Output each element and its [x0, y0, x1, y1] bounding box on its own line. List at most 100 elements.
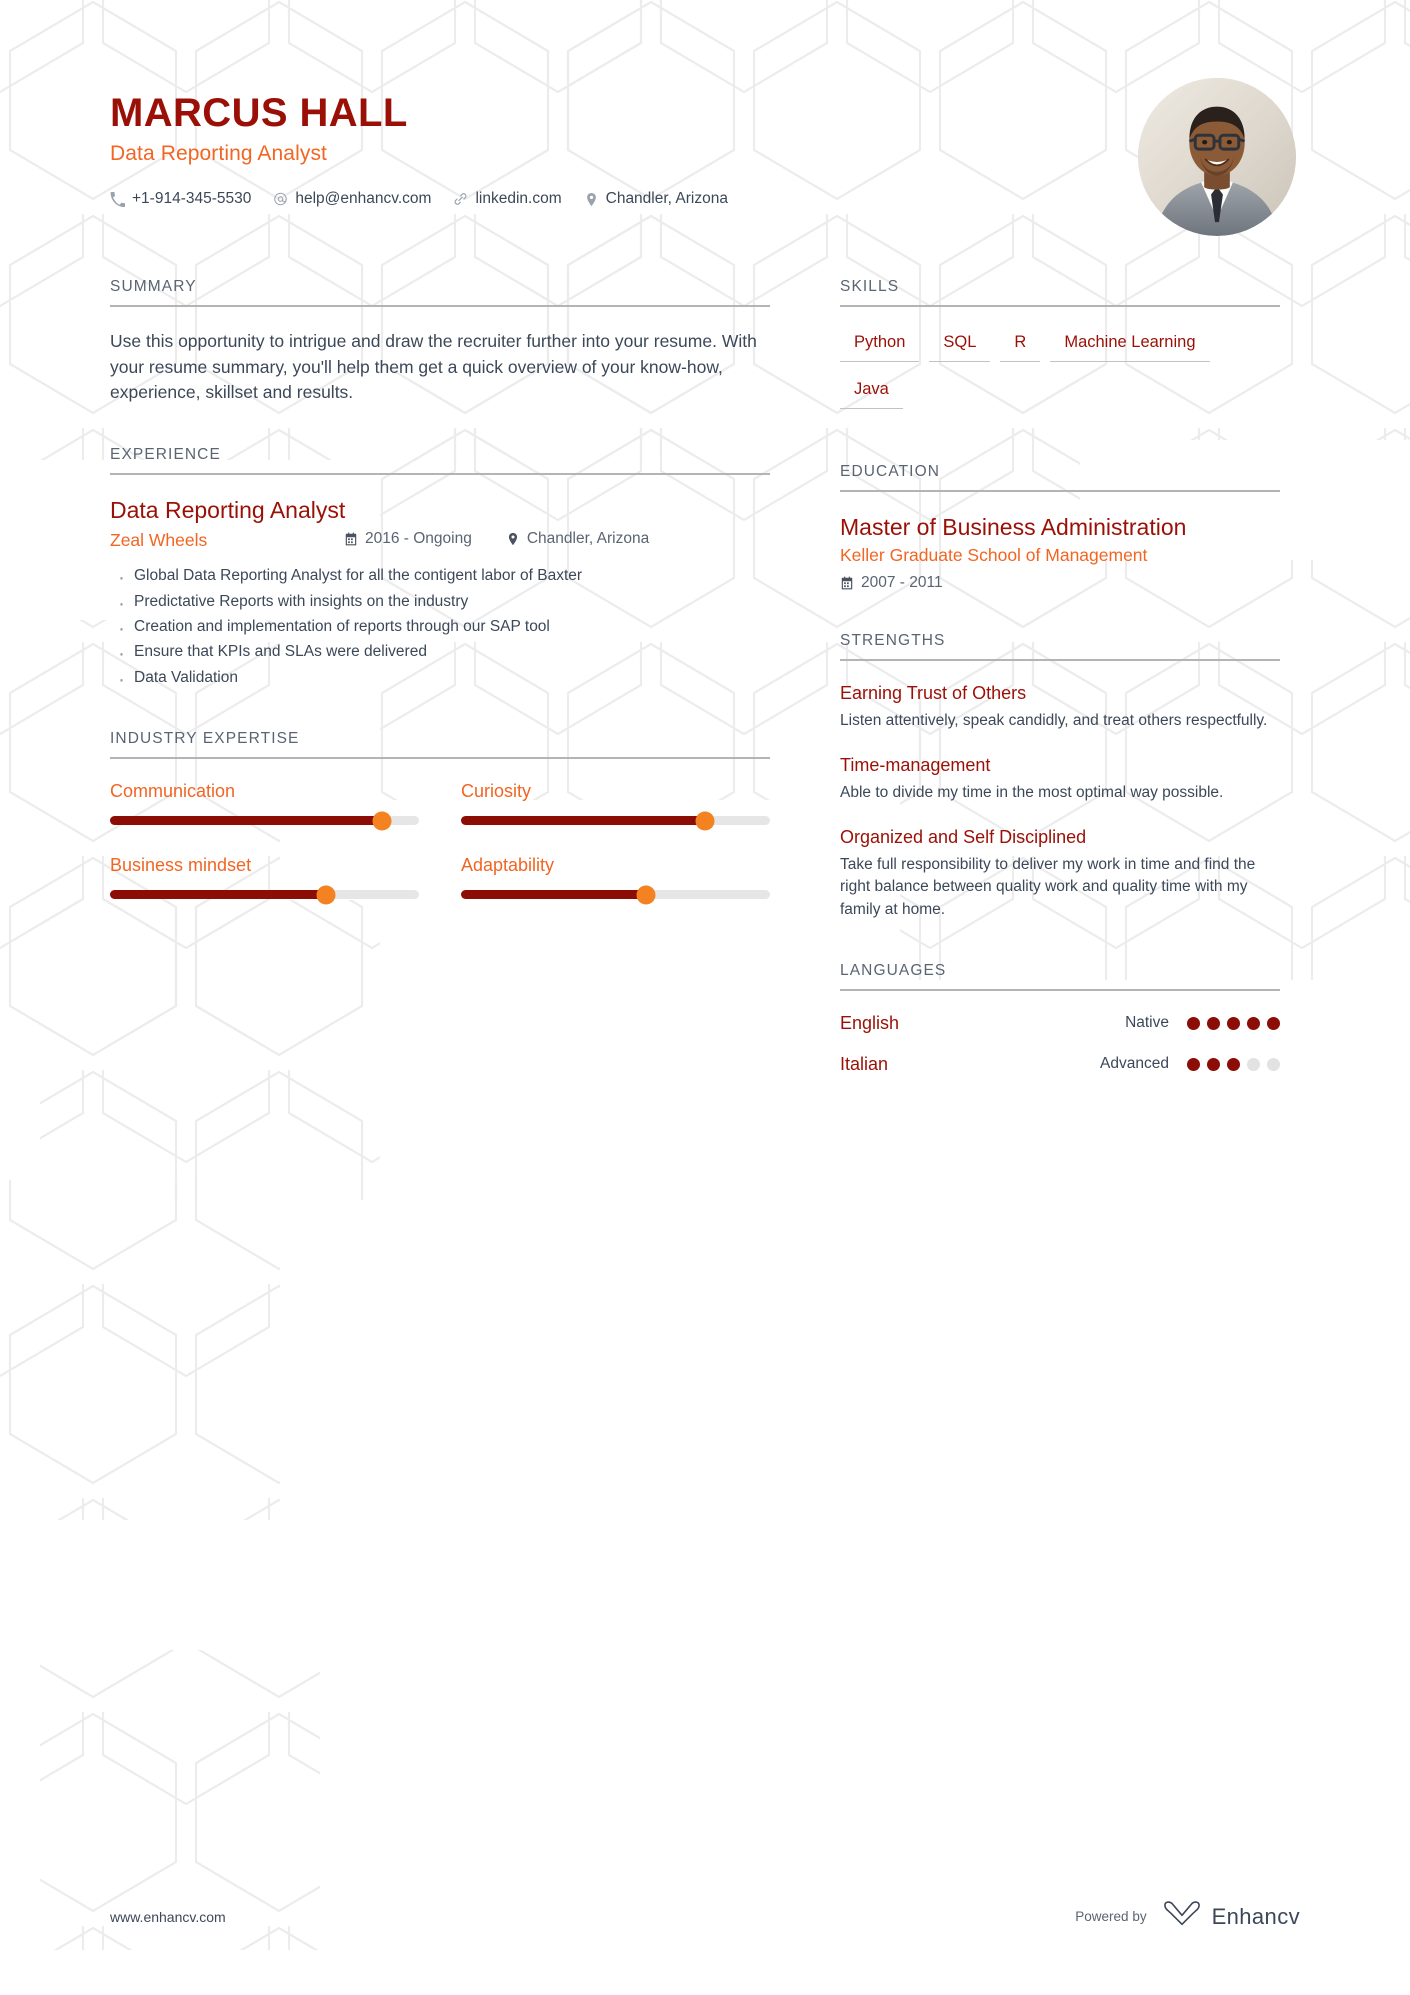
section-industry-expertise: INDUSTRY EXPERTISE Communication Curiosi… — [110, 730, 770, 905]
skill-tag: Machine Learning — [1050, 329, 1210, 362]
list-item: Creation and implementation of reports t… — [110, 612, 770, 647]
language-rating-dots — [1187, 1057, 1280, 1071]
experience-heading: EXPERIENCE — [110, 446, 770, 476]
slider-thumb[interactable] — [695, 811, 715, 831]
contact-email[interactable]: help@enhancv.com — [273, 190, 431, 208]
avatar — [1138, 78, 1296, 236]
contact-location-text: Chandler, Arizona — [605, 190, 728, 208]
experience-item: Data Reporting Analyst Zeal Wheels 2016 … — [110, 497, 770, 698]
skill-tag: R — [1000, 329, 1041, 362]
experience-date-text: 2016 - Ongoing — [365, 530, 472, 548]
expertise-label: Communication — [110, 781, 236, 802]
list-item: Data Validation — [110, 663, 770, 698]
section-education: EDUCATION Master of Business Administrat… — [840, 463, 1280, 592]
contact-email-text: help@enhancv.com — [295, 190, 432, 208]
strength-item: Organized and Self Disciplined Take full… — [840, 827, 1280, 922]
language-rating-group: Native — [1125, 1014, 1280, 1032]
language-name: Italian — [840, 1053, 889, 1074]
language-item: English Native — [840, 1013, 1280, 1034]
strength-description: Able to divide my time in the most optim… — [840, 784, 1224, 802]
language-rating-group: Advanced — [1100, 1055, 1280, 1073]
powered-by-label: Powered by — [1075, 1909, 1147, 1924]
header-identity-block: MARCUS HALL Data Reporting Analyst +1-91… — [110, 78, 728, 208]
slider-thumb[interactable] — [636, 885, 656, 905]
footer-url[interactable]: www.enhancv.com — [110, 1909, 226, 1925]
enhancv-brand-text: Enhancv — [1211, 1903, 1300, 1929]
education-school: Keller Graduate School of Management — [840, 545, 1148, 566]
industry-expertise-heading: INDUSTRY EXPERTISE — [110, 730, 770, 760]
summary-text: Use this opportunity to intrigue and dra… — [110, 331, 757, 403]
language-item: Italian Advanced — [840, 1054, 1280, 1075]
experience-bullets: Global Data Reporting Analyst for all th… — [110, 561, 770, 698]
expertise-slider[interactable] — [461, 885, 770, 905]
slider-fill — [461, 816, 706, 826]
calendar-icon — [344, 532, 358, 546]
list-item: Ensure that KPIs and SLAs were delivered — [110, 637, 770, 672]
footer-branding: Powered by Enhancv — [1075, 1900, 1300, 1933]
calendar-icon — [840, 576, 854, 590]
skill-tag: SQL — [929, 329, 991, 362]
strength-title: Organized and Self Disciplined — [840, 826, 1087, 847]
enhancv-logo-icon — [1161, 1900, 1203, 1933]
experience-job-title: Data Reporting Analyst — [110, 497, 346, 524]
slider-fill — [110, 816, 382, 826]
slider-thumb[interactable] — [316, 885, 336, 905]
expertise-item: Adaptability — [461, 855, 770, 905]
rating-dot — [1187, 1016, 1200, 1030]
contact-location: Chandler, Arizona — [584, 190, 728, 208]
strength-item: Time-management Able to divide my time i… — [840, 755, 1280, 805]
slider-thumb[interactable] — [372, 811, 392, 831]
language-level: Native — [1125, 1014, 1169, 1032]
languages-heading: LANGUAGES — [840, 962, 1280, 991]
rating-dot — [1247, 1057, 1260, 1071]
language-rating-dots — [1187, 1016, 1280, 1030]
contact-link-text: linkedin.com — [475, 190, 562, 208]
expertise-item: Communication — [110, 781, 419, 831]
rating-dot — [1227, 1016, 1240, 1030]
section-summary: SUMMARY Use this opportunity to intrigue… — [110, 278, 770, 406]
strength-description: Take full responsibility to deliver my w… — [840, 855, 1256, 918]
rating-dot — [1267, 1016, 1280, 1030]
expertise-item: Business mindset — [110, 855, 419, 905]
experience-date: 2016 - Ongoing — [344, 530, 472, 548]
contact-link[interactable]: linkedin.com — [453, 190, 562, 208]
rating-dot — [1247, 1016, 1260, 1030]
expertise-item: Curiosity — [461, 781, 770, 831]
education-date-text: 2007 - 2011 — [861, 574, 943, 592]
right-column: SKILLS Python SQL R Machine Learning Jav… — [840, 278, 1280, 1115]
skill-tag: Java — [840, 376, 903, 409]
list-item: Global Data Reporting Analyst for all th… — [110, 561, 770, 596]
rating-dot — [1267, 1057, 1280, 1071]
resume-body-columns: SUMMARY Use this opportunity to intrigue… — [110, 278, 1300, 1115]
language-level: Advanced — [1100, 1055, 1169, 1073]
strengths-heading: STRENGTHS — [840, 632, 1280, 662]
education-date: 2007 - 2011 — [840, 574, 1280, 592]
resume-header: MARCUS HALL Data Reporting Analyst +1-91… — [110, 0, 1300, 236]
resume-page: MARCUS HALL Data Reporting Analyst +1-91… — [0, 0, 1410, 1995]
list-item: Predictative Reports with insights on th… — [110, 587, 770, 622]
expertise-label: Curiosity — [461, 781, 532, 802]
education-degree: Master of Business Administration — [840, 514, 1187, 540]
contact-phone-text: +1-914-345-5530 — [132, 190, 252, 208]
expertise-slider[interactable] — [110, 885, 419, 905]
section-languages: LANGUAGES English Native Italian Advance… — [840, 962, 1280, 1075]
strength-title: Time-management — [840, 755, 991, 776]
skills-heading: SKILLS — [840, 278, 1280, 307]
skill-tag: Python — [840, 329, 920, 362]
experience-location-text: Chandler, Arizona — [526, 530, 650, 548]
slider-fill — [110, 890, 327, 900]
rating-dot — [1207, 1016, 1220, 1030]
section-skills: SKILLS Python SQL R Machine Learning Jav… — [840, 278, 1280, 423]
contact-phone[interactable]: +1-914-345-5530 — [110, 190, 251, 208]
expertise-slider[interactable] — [461, 811, 770, 831]
summary-heading: SUMMARY — [110, 278, 770, 307]
enhancv-brand: Enhancv — [1161, 1900, 1300, 1933]
job-title-subtitle: Data Reporting Analyst — [110, 142, 327, 166]
rating-dot — [1227, 1057, 1240, 1071]
email-icon — [273, 192, 288, 207]
location-pin-icon — [584, 192, 599, 207]
expertise-slider[interactable] — [110, 811, 419, 831]
left-column: SUMMARY Use this opportunity to intrigue… — [110, 278, 770, 1115]
education-heading: EDUCATION — [840, 463, 1280, 492]
strength-title: Earning Trust of Others — [840, 683, 1027, 704]
